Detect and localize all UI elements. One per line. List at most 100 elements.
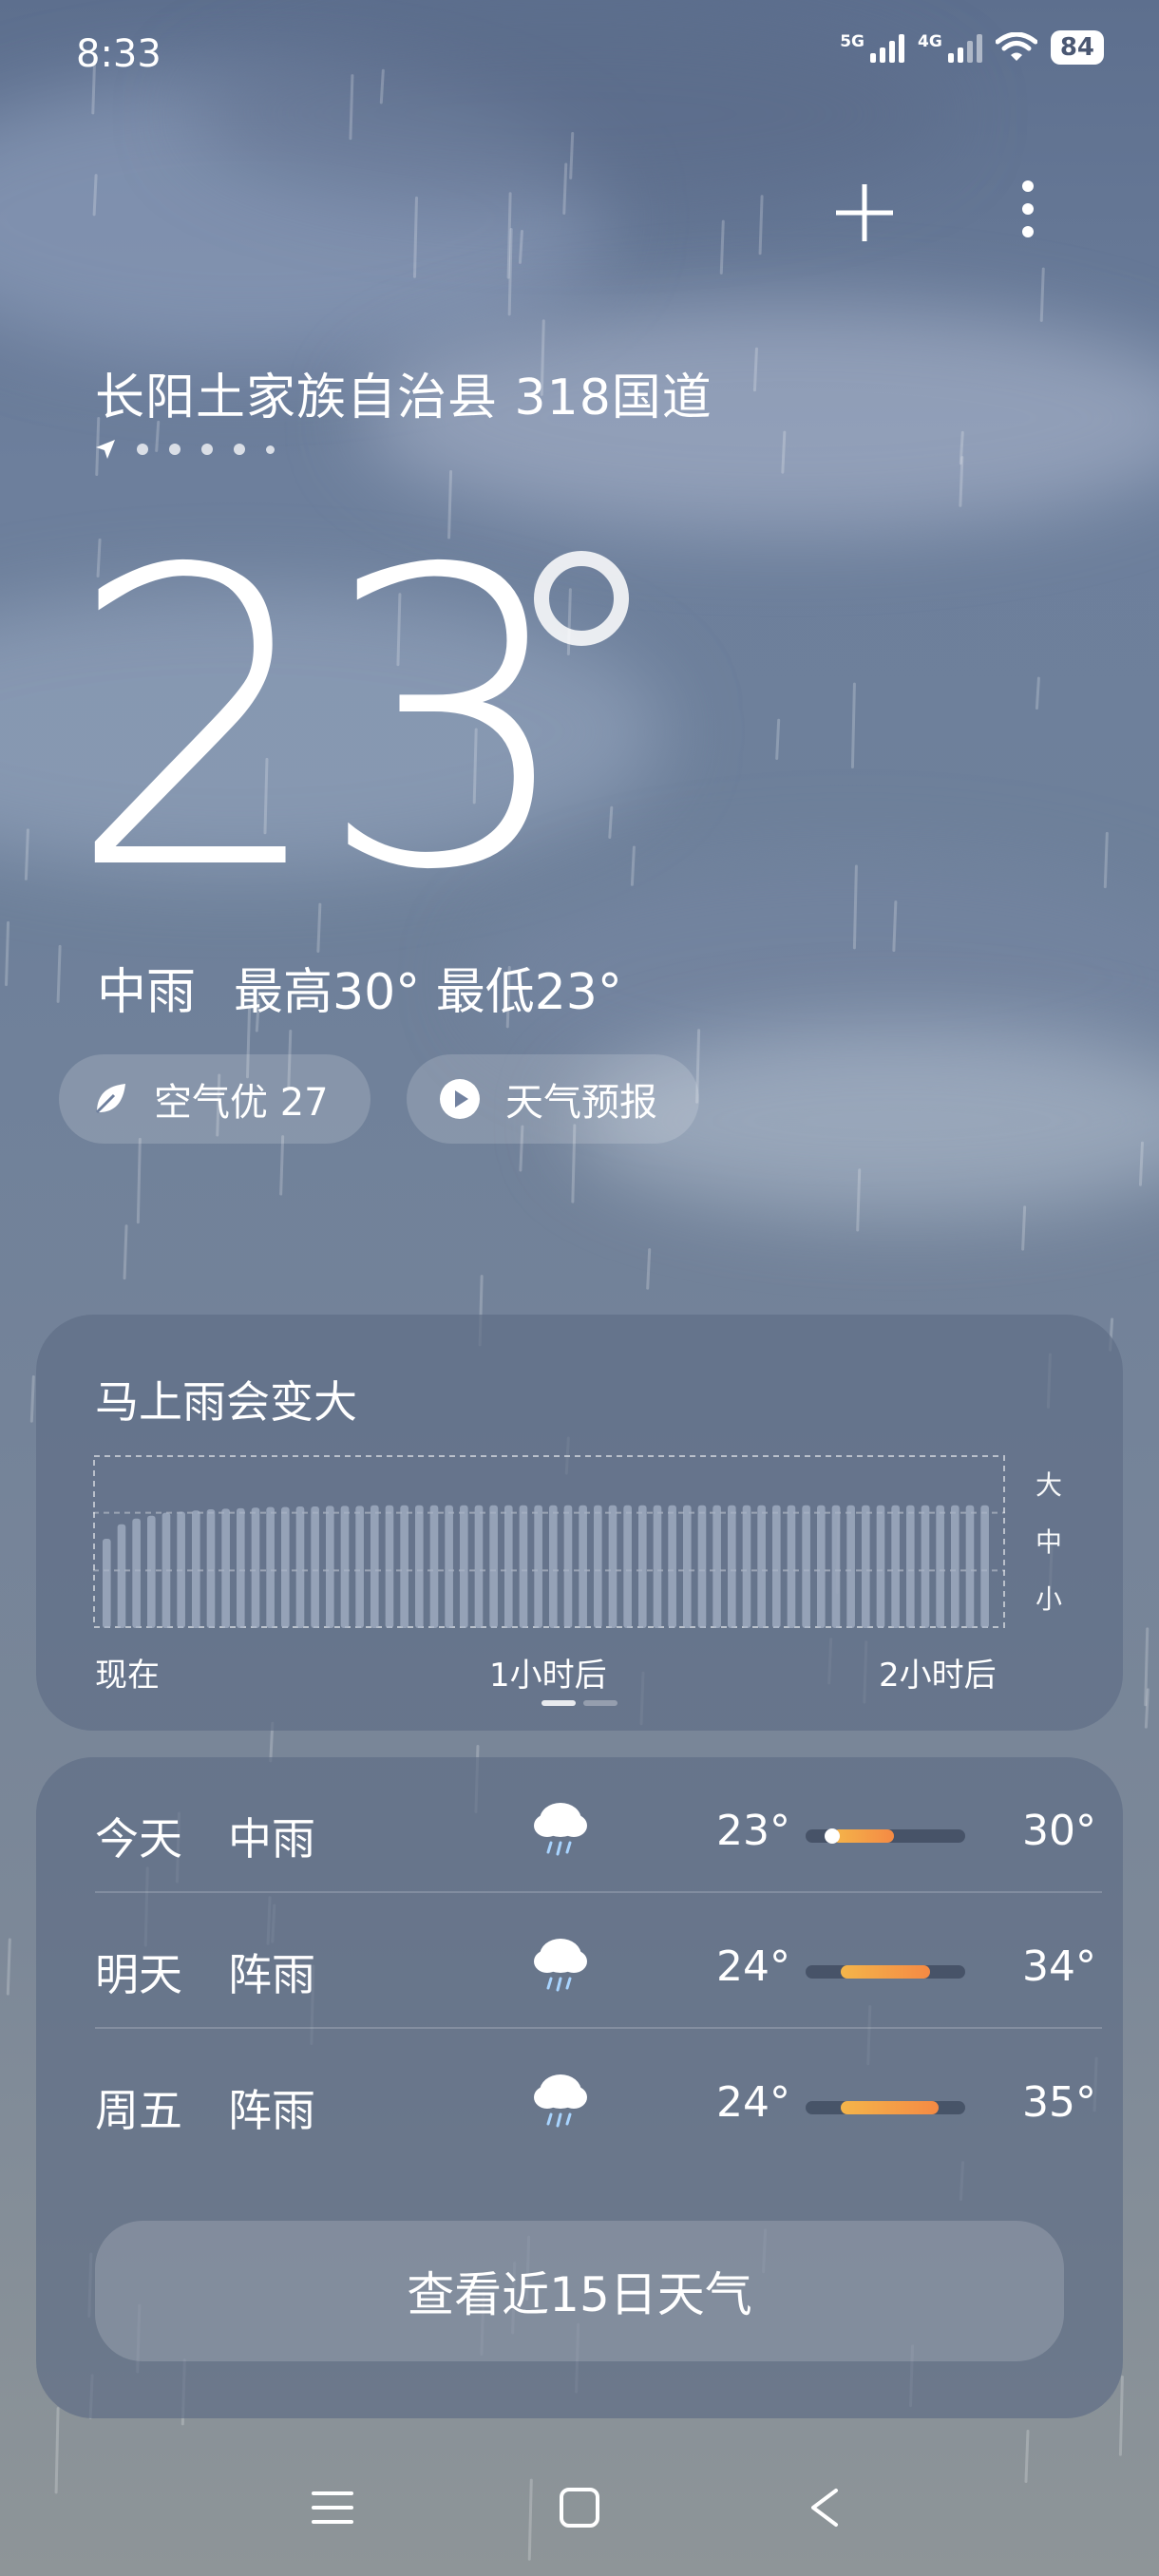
precip-bar — [817, 1505, 826, 1628]
current-temperature: 23 — [66, 484, 577, 959]
weather-report-text: 天气预报 — [505, 1081, 657, 1125]
plus-icon — [836, 184, 893, 241]
precip-bar — [563, 1505, 573, 1628]
precip-bar — [429, 1505, 439, 1628]
precip-bar — [951, 1505, 960, 1628]
weather-summary: 中雨 最高30° 最低23° — [97, 952, 622, 1023]
net-5g-label: 5G — [840, 32, 865, 51]
precip-bar — [683, 1505, 692, 1628]
precip-bar — [311, 1506, 319, 1628]
precip-bar — [594, 1505, 602, 1628]
forecast-row-today[interactable]: 今天 中雨 23° 30° — [95, 1757, 1102, 1893]
precip-bar — [192, 1510, 200, 1628]
pager-active — [542, 1700, 576, 1706]
city-page-indicator[interactable] — [95, 439, 275, 460]
y-label-light: 小 — [1036, 1583, 1063, 1615]
precip-bar — [936, 1505, 944, 1628]
precip-bar — [623, 1505, 632, 1628]
system-nav-bar — [0, 2473, 1159, 2540]
more-menu-button[interactable] — [1009, 171, 1047, 247]
card-pager — [542, 1700, 618, 1706]
precip-bar — [891, 1505, 900, 1628]
page-dot — [169, 444, 180, 455]
page-dot — [201, 444, 213, 455]
precip-bar — [980, 1505, 989, 1628]
aqi-text: 空气优 27 — [154, 1081, 329, 1125]
page-dot — [266, 445, 275, 454]
view-15-day-button[interactable]: 查看近15日天气 — [95, 2221, 1064, 2361]
precip-bar — [177, 1511, 185, 1628]
signal-4g: 4G — [918, 32, 982, 63]
precip-bar — [668, 1505, 676, 1628]
precip-bar — [474, 1505, 484, 1628]
play-circle-icon — [440, 1079, 480, 1119]
forecast-row-friday[interactable]: 周五 阵雨 24° 35° — [95, 2029, 1102, 2165]
precipitation-chart — [93, 1455, 1005, 1628]
precip-bar — [132, 1518, 141, 1628]
forecast-day: 明天 — [95, 1949, 182, 2000]
y-label-heavy: 大 — [1036, 1469, 1063, 1501]
precip-bar — [608, 1505, 618, 1628]
precip-bar — [445, 1505, 453, 1628]
precip-bar — [697, 1505, 707, 1628]
temp-range-fill — [841, 2101, 939, 2114]
precip-bar — [251, 1507, 260, 1628]
wifi-icon — [995, 32, 1037, 61]
current-condition: 中雨 — [97, 964, 197, 1021]
precip-bar — [846, 1505, 855, 1628]
leaf-icon — [95, 1084, 125, 1114]
x-label-1h: 1小时后 — [489, 1657, 607, 1695]
location-arrow-icon — [96, 440, 115, 459]
low-temp: 最低23° — [435, 964, 622, 1021]
back-chevron-icon[interactable] — [808, 2487, 842, 2529]
precip-bar — [355, 1506, 364, 1628]
current-temp-dot — [824, 1828, 840, 1844]
precip-bar — [549, 1505, 558, 1628]
add-city-button[interactable] — [828, 177, 901, 249]
forecast-day: 今天 — [95, 1813, 182, 1865]
page-dot — [234, 444, 245, 455]
forecast-high: 30° — [1022, 1807, 1096, 1855]
precip-bar — [653, 1505, 662, 1628]
precip-bar — [295, 1506, 305, 1628]
temp-range-fill — [832, 1829, 895, 1843]
forecast-high: 34° — [1022, 1942, 1096, 1991]
forecast-high: 35° — [1022, 2078, 1096, 2127]
rain-cloud-icon — [534, 1803, 587, 1856]
precip-bar — [728, 1505, 736, 1628]
forecast-row-tomorrow[interactable]: 明天 阵雨 24° 34° — [95, 1893, 1102, 2029]
forecast-low: 23° — [716, 1807, 790, 1855]
high-low: 最高30° 最低23° — [234, 952, 622, 1023]
signal-bars-icon — [947, 32, 982, 63]
precip-bar — [340, 1506, 350, 1628]
degree-symbol — [534, 551, 629, 646]
precipitation-card[interactable]: 马上雨会变大 大 中 小 现在 1小时后 2小时后 — [36, 1315, 1123, 1731]
rain-cloud-icon — [534, 2074, 587, 2128]
status-time: 8:33 — [76, 32, 162, 76]
precip-bar — [326, 1506, 334, 1628]
precip-bar — [519, 1505, 528, 1628]
forecast-day: 周五 — [95, 2085, 182, 2136]
forecast-condition: 阵雨 — [228, 1949, 315, 2000]
x-label-2h: 2小时后 — [879, 1657, 997, 1695]
precip-bar — [876, 1505, 885, 1628]
battery-indicator: 84 — [1050, 30, 1104, 65]
net-4g-label: 4G — [918, 32, 942, 51]
weather-report-pill[interactable]: 天气预报 — [407, 1054, 699, 1144]
temp-range-bar — [806, 1965, 965, 1979]
aqi-pill[interactable]: 空气优 27 — [59, 1054, 370, 1144]
forecast-low: 24° — [716, 2078, 790, 2127]
daily-forecast-card: 今天 中雨 23° 30° 明天 阵雨 24° 34° 周五 阵雨 24° 35… — [36, 1757, 1123, 2418]
y-label-medium: 中 — [1036, 1526, 1063, 1558]
precip-bar — [772, 1505, 781, 1628]
x-label-now: 现在 — [95, 1657, 160, 1695]
more-vertical-icon — [1022, 180, 1034, 237]
precip-bar — [489, 1505, 498, 1628]
forecast-condition: 中雨 — [228, 1813, 315, 1865]
temp-range-bar — [806, 2101, 965, 2114]
precip-bar — [460, 1505, 468, 1628]
high-temp: 最高30° — [234, 964, 421, 1021]
menu-icon[interactable] — [311, 2489, 354, 2527]
precip-bar — [415, 1505, 424, 1628]
home-square-icon[interactable] — [559, 2487, 600, 2529]
